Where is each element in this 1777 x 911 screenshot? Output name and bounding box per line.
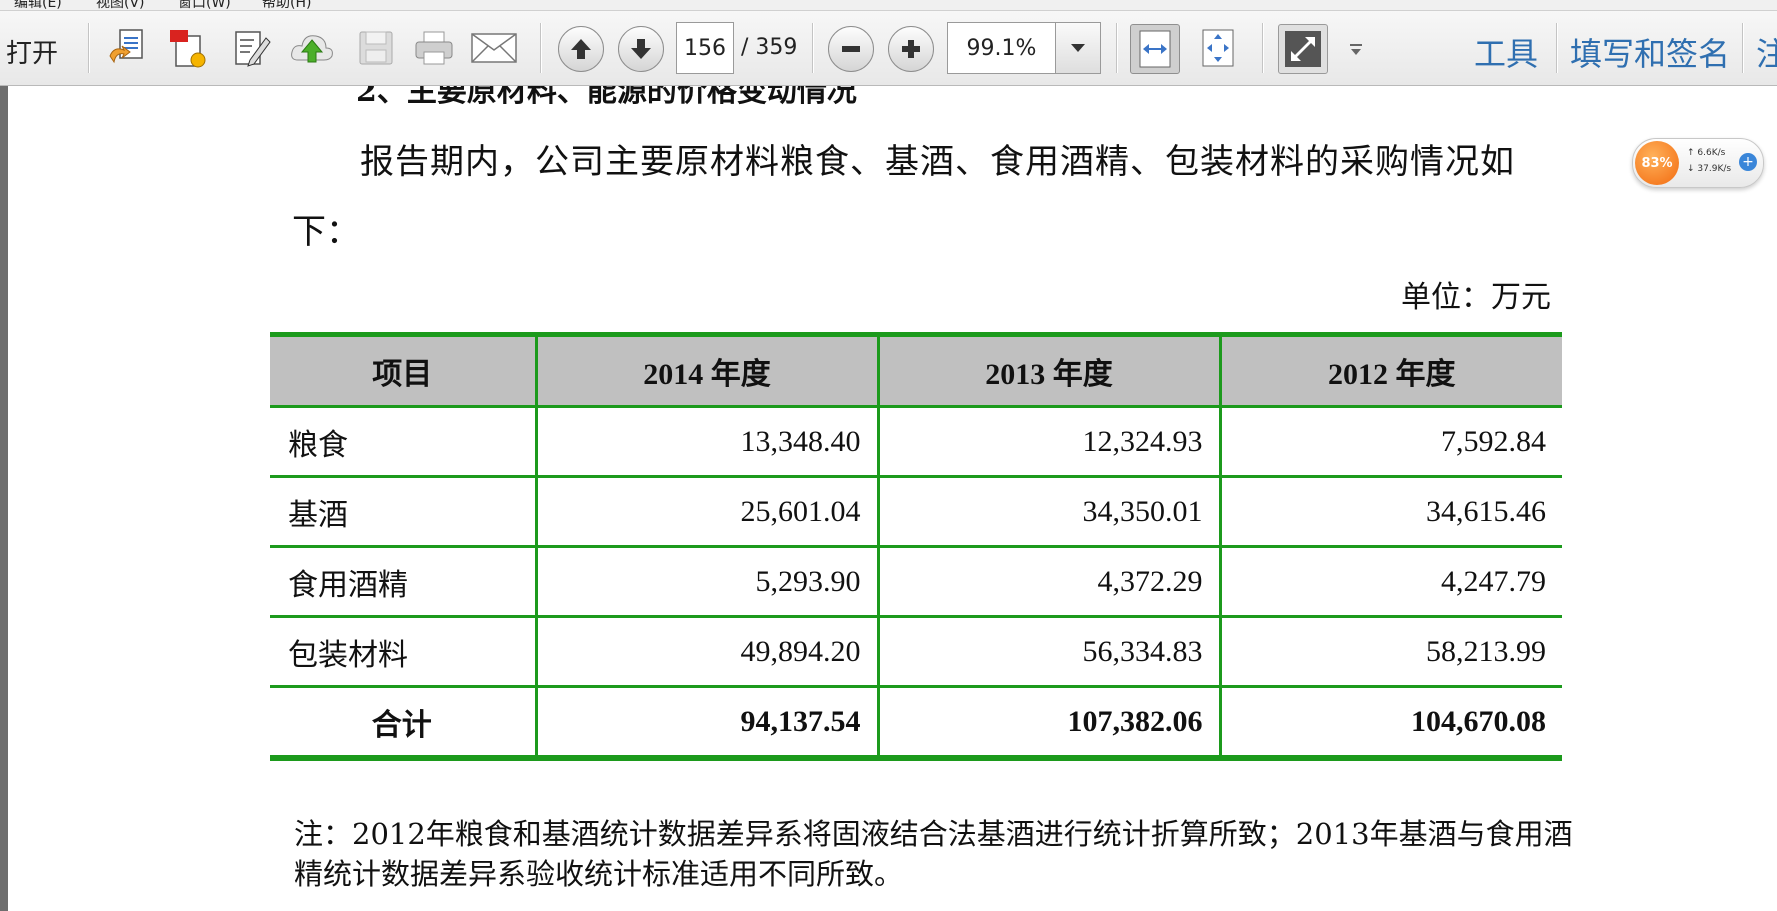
header-2013: 2013 年度 bbox=[876, 333, 1222, 408]
fullscreen-icon[interactable] bbox=[1278, 24, 1328, 74]
table-row: 基酒 25,601.04 34,350.01 34,615.46 bbox=[270, 475, 1562, 548]
create-pdf-icon[interactable] bbox=[104, 24, 152, 72]
create-annotation-icon[interactable] bbox=[164, 24, 212, 72]
zoom-level-input[interactable]: 99.1% bbox=[947, 22, 1056, 74]
table-row: 包装材料 49,894.20 56,334.83 58,213.99 bbox=[270, 615, 1562, 688]
row-label: 包装材料 bbox=[270, 615, 538, 688]
document-page[interactable]: 2、主要原材料、能源的价格变动情况 报告期内，公司主要原材料粮食、基酒、食用酒精… bbox=[8, 86, 1777, 911]
page-number-input[interactable]: 156 bbox=[676, 22, 734, 74]
toolbar-separator bbox=[1742, 23, 1743, 73]
row-label: 粮食 bbox=[270, 405, 538, 478]
cell-value: 4,372.29 bbox=[876, 545, 1222, 618]
paragraph-line-2: 下： bbox=[292, 212, 360, 252]
cell-value: 56,334.83 bbox=[876, 615, 1222, 688]
network-speed-widget[interactable]: 83% ↑ 6.6K/s ↓ 37.9K/s + bbox=[1632, 138, 1764, 188]
header-item: 项目 bbox=[270, 333, 538, 408]
section-heading: 2、主要原材料、能源的价格变动情况 bbox=[356, 86, 857, 109]
header-2012: 2012 年度 bbox=[1218, 333, 1562, 408]
zoom-out-icon[interactable] bbox=[828, 26, 874, 72]
table-note: 注：2012年粮食和基酒统计数据差异系将固液结合法基酒进行统计折算所致；2013… bbox=[294, 817, 1573, 891]
cell-value: 5,293.90 bbox=[534, 545, 880, 618]
zoom-in-icon[interactable] bbox=[888, 26, 934, 72]
table-header-row: 项目 2014 年度 2013 年度 2012 年度 bbox=[270, 333, 1562, 408]
total-value: 104,670.08 bbox=[1218, 685, 1562, 760]
upload-speed: ↑ 6.6K/s bbox=[1687, 148, 1726, 158]
chevron-down-icon bbox=[1071, 44, 1085, 52]
menu-bar: 编辑(E) 视图(V) 窗口(W) 帮助(H) bbox=[0, 0, 1777, 11]
email-icon[interactable] bbox=[470, 24, 518, 72]
total-value: 107,382.06 bbox=[876, 685, 1222, 760]
unit-label: 单位：万元 bbox=[1401, 280, 1551, 315]
toolbar-separator bbox=[540, 23, 541, 73]
cell-value: 58,213.99 bbox=[1218, 615, 1562, 688]
paragraph-line-1: 报告期内，公司主要原材料粮食、基酒、食用酒精、包装材料的采购情况如 bbox=[360, 142, 1515, 182]
total-label: 合计 bbox=[270, 685, 538, 760]
cell-value: 7,592.84 bbox=[1218, 405, 1562, 478]
table-total-row: 合计 94,137.54 107,382.06 104,670.08 bbox=[270, 685, 1562, 760]
download-speed: ↓ 37.9K/s bbox=[1687, 164, 1732, 174]
fit-width-icon[interactable] bbox=[1130, 24, 1180, 74]
header-2014: 2014 年度 bbox=[534, 333, 880, 408]
toolbar-separator bbox=[1116, 23, 1117, 73]
edit-document-icon[interactable] bbox=[226, 24, 274, 72]
comment-link[interactable]: 注 bbox=[1756, 29, 1777, 75]
open-button[interactable]: 打开 bbox=[6, 33, 58, 70]
menu-edit[interactable]: 编辑(E) bbox=[14, 0, 62, 10]
total-value: 94,137.54 bbox=[534, 685, 880, 760]
upload-cloud-icon[interactable] bbox=[288, 24, 336, 72]
cell-value: 4,247.79 bbox=[1218, 545, 1562, 618]
menu-help[interactable]: 帮助(H) bbox=[262, 0, 311, 10]
row-label: 基酒 bbox=[270, 475, 538, 548]
memory-usage-badge[interactable]: 83% bbox=[1635, 141, 1679, 185]
purchase-table: 项目 2014 年度 2013 年度 2012 年度 粮食 13,348.40 … bbox=[270, 332, 1562, 761]
cell-value: 49,894.20 bbox=[534, 615, 880, 688]
document-left-edge bbox=[0, 86, 8, 911]
table-row: 食用酒精 5,293.90 4,372.29 4,247.79 bbox=[270, 545, 1562, 618]
cell-value: 34,350.01 bbox=[876, 475, 1222, 548]
cell-value: 34,615.46 bbox=[1218, 475, 1562, 548]
cell-value: 13,348.40 bbox=[534, 405, 880, 478]
toolbar-separator bbox=[812, 23, 813, 73]
previous-page-icon[interactable] bbox=[558, 26, 604, 72]
page-total: / 359 bbox=[741, 35, 798, 60]
menu-view[interactable]: 视图(V) bbox=[96, 0, 145, 10]
customize-toolbar-icon[interactable] bbox=[1346, 39, 1366, 59]
save-icon[interactable] bbox=[352, 24, 400, 72]
zoom-dropdown-button[interactable] bbox=[1055, 22, 1101, 74]
toolbar-separator bbox=[1262, 23, 1263, 73]
cell-value: 25,601.04 bbox=[534, 475, 880, 548]
tools-link[interactable]: 工具 bbox=[1474, 29, 1538, 75]
next-page-icon[interactable] bbox=[618, 26, 664, 72]
menu-window[interactable]: 窗口(W) bbox=[178, 0, 231, 10]
widget-plus-icon[interactable]: + bbox=[1739, 153, 1757, 171]
row-label: 食用酒精 bbox=[270, 545, 538, 618]
fit-page-icon[interactable] bbox=[1194, 24, 1242, 72]
toolbar: 打开 156 / 359 99.1% 工具 填写和签名 注 bbox=[0, 11, 1777, 86]
toolbar-separator bbox=[1556, 23, 1557, 73]
toolbar-separator bbox=[88, 23, 89, 73]
print-icon[interactable] bbox=[410, 24, 458, 72]
table-row: 粮食 13,348.40 12,324.93 7,592.84 bbox=[270, 405, 1562, 478]
fill-and-sign-link[interactable]: 填写和签名 bbox=[1570, 29, 1730, 75]
cell-value: 12,324.93 bbox=[876, 405, 1222, 478]
